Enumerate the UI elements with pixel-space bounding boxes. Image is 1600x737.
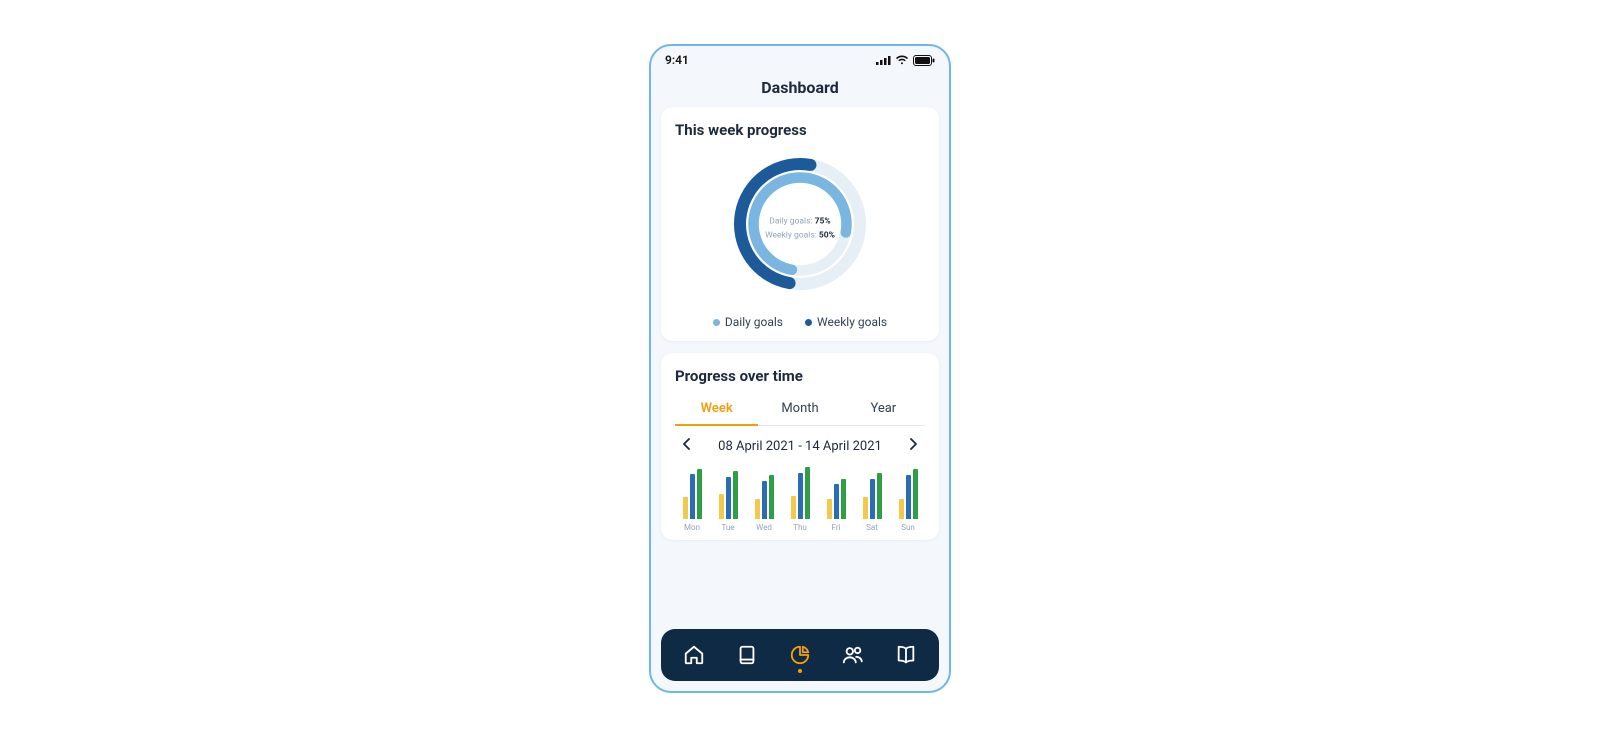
chevron-right-icon — [908, 438, 918, 450]
bar-chart: Mon Tue Wed Thu Fri Sat Sun — [675, 462, 925, 532]
bar — [906, 475, 911, 519]
bar — [827, 499, 832, 519]
bar — [899, 499, 904, 519]
progress-donut: Daily goals: 75% Weekly goals: 50% — [675, 149, 925, 309]
date-range-label: 08 April 2021 - 14 April 2021 — [718, 439, 882, 454]
bottom-nav — [661, 629, 939, 681]
bar — [877, 473, 882, 519]
bar — [798, 473, 803, 519]
wifi-icon — [895, 55, 909, 65]
people-icon — [842, 644, 864, 666]
page-title: Dashboard — [651, 74, 949, 107]
day-column: Wed — [749, 463, 779, 532]
tab-week[interactable]: Week — [675, 395, 758, 426]
day-label: Thu — [793, 523, 807, 532]
week-progress-card: This week progress Daily goals: 75% Week… — [661, 107, 939, 341]
legend-daily: Daily goals — [713, 315, 783, 329]
tab-month[interactable]: Month — [758, 395, 841, 425]
bar — [834, 484, 839, 519]
phone-frame: 9:41 Dashboard This week progress Daily … — [649, 44, 951, 693]
nav-library[interactable] — [886, 635, 926, 675]
bar — [769, 475, 774, 519]
tablet-icon — [736, 644, 758, 666]
signal-icon — [876, 55, 891, 65]
over-time-title: Progress over time — [675, 367, 925, 385]
bar — [791, 496, 796, 519]
daily-goals-label: Daily goals: — [769, 216, 812, 226]
day-column: Mon — [677, 463, 707, 532]
legend-weekly: Weekly goals — [805, 315, 887, 329]
over-time-card: Progress over time WeekMonthYear 08 Apri… — [661, 353, 939, 540]
day-label: Sat — [866, 523, 878, 532]
bar — [755, 499, 760, 519]
battery-icon — [913, 55, 935, 66]
weekly-goals-label: Weekly goals: — [765, 230, 817, 240]
nav-stats[interactable] — [780, 635, 820, 675]
status-icons — [876, 55, 935, 66]
donut-center-labels: Daily goals: 75% Weekly goals: 50% — [765, 215, 835, 242]
open-book-icon — [895, 644, 917, 666]
bar — [683, 497, 688, 519]
pie-chart-icon — [789, 644, 811, 666]
home-icon — [683, 644, 705, 666]
time-tabs: WeekMonthYear — [675, 395, 925, 426]
bar — [719, 494, 724, 519]
nav-home[interactable] — [674, 635, 714, 675]
bar — [913, 469, 918, 519]
status-bar: 9:41 — [651, 46, 949, 74]
bar — [863, 497, 868, 519]
day-label: Fri — [832, 523, 841, 532]
day-label: Mon — [684, 523, 700, 532]
day-column: Fri — [821, 463, 851, 532]
day-column: Sun — [893, 463, 923, 532]
date-range-row: 08 April 2021 - 14 April 2021 — [675, 438, 925, 462]
bar — [733, 471, 738, 519]
day-label: Tue — [721, 523, 734, 532]
bar — [762, 481, 767, 519]
nav-book[interactable] — [727, 635, 767, 675]
bar — [690, 474, 695, 519]
day-column: Tue — [713, 463, 743, 532]
day-column: Sat — [857, 463, 887, 532]
bar — [726, 477, 731, 519]
prev-range-button[interactable] — [679, 438, 695, 454]
tab-year[interactable]: Year — [842, 395, 925, 425]
week-progress-title: This week progress — [675, 121, 925, 139]
status-time: 9:41 — [665, 53, 689, 67]
donut-legend: Daily goals Weekly goals — [675, 315, 925, 329]
bar — [870, 479, 875, 519]
next-range-button[interactable] — [905, 438, 921, 454]
bar — [841, 479, 846, 519]
bar — [697, 469, 702, 519]
day-column: Thu — [785, 463, 815, 532]
daily-goals-value: 75% — [815, 216, 831, 226]
day-label: Sun — [901, 523, 915, 532]
nav-people[interactable] — [833, 635, 873, 675]
weekly-goals-value: 50% — [819, 230, 835, 240]
chevron-left-icon — [682, 438, 692, 450]
day-label: Wed — [756, 523, 772, 532]
bar — [805, 467, 810, 519]
